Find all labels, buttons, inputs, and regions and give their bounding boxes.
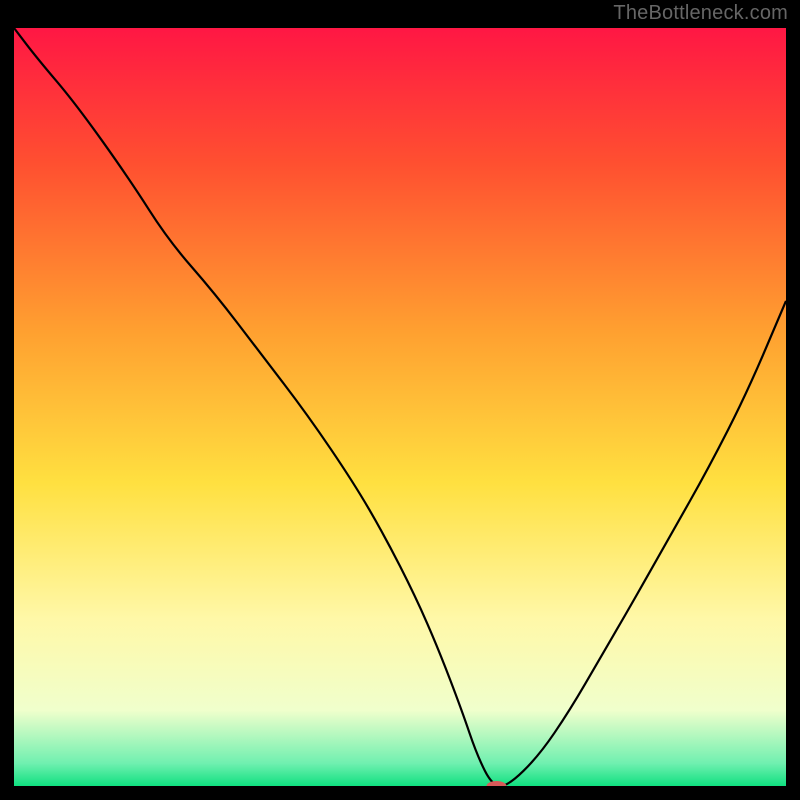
chart-background	[14, 28, 786, 786]
watermark-text: TheBottleneck.com	[613, 2, 788, 25]
bottleneck-chart-svg	[14, 28, 786, 786]
plot-area	[14, 28, 786, 786]
chart-frame: TheBottleneck.com	[0, 0, 800, 800]
